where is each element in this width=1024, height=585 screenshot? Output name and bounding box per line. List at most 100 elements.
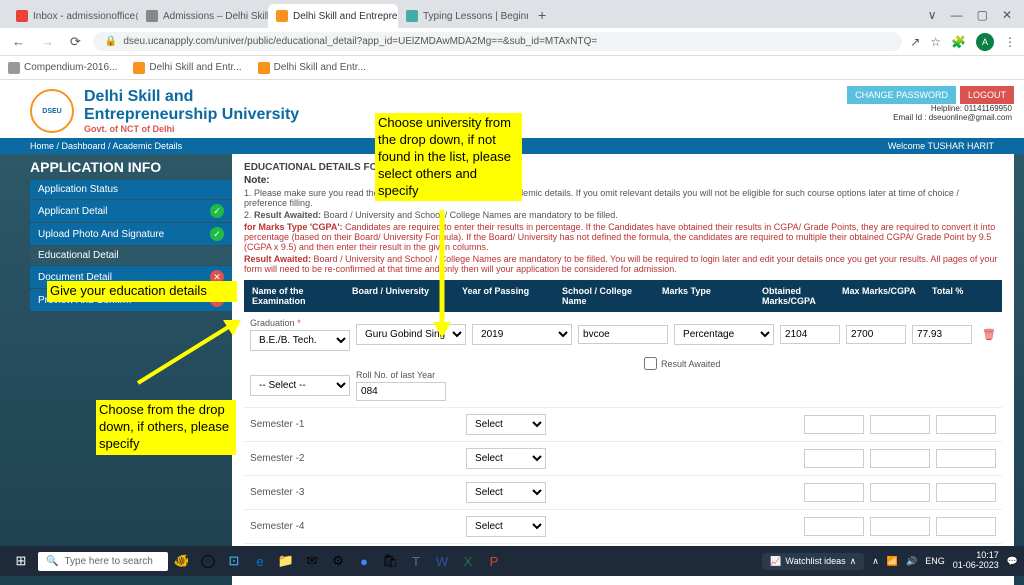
obtained-input[interactable] (780, 325, 840, 344)
minimize-icon[interactable]: ∨ (928, 8, 937, 22)
helpline-info: Helpline: 01141169950 Email Id : dseuonl… (893, 104, 1012, 122)
share-icon[interactable]: ↗ (910, 35, 920, 49)
degree-select[interactable]: B.E./B. Tech. (250, 330, 350, 351)
windows-taskbar: ⊞ 🔍Type here to search 🐠 ◯ ⊡ e 📁 ✉ ⚙ ● 🛍… (0, 546, 1024, 576)
semester-row: Semester -3 Select (244, 475, 1002, 509)
search-icon: 🔍 (46, 556, 58, 567)
logout-button[interactable]: LOGOUT (960, 86, 1014, 104)
delete-icon[interactable]: 🗑 (982, 328, 996, 341)
taskbar-app-icon[interactable]: P (482, 550, 506, 572)
taskbar-app-icon[interactable]: ◯ (196, 550, 220, 572)
menu-icon[interactable]: ⋮ (1004, 35, 1016, 49)
forward-button[interactable]: → (37, 32, 58, 51)
note-text: Result Awaited: Board / University and S… (244, 254, 1002, 274)
marks-type-select[interactable]: Percentage (674, 324, 774, 345)
sidebar-item-educational[interactable]: Educational Detail (30, 246, 232, 265)
annotation: Choose from the drop down, if others, pl… (96, 400, 236, 455)
address-bar-row: ← → ⟳ 🔒 dseu.ucanapply.com/univer/public… (0, 28, 1024, 56)
sem-select[interactable]: Select (466, 482, 546, 503)
note-text: for Marks Type 'CGPA': Candidates are re… (244, 222, 1002, 252)
result-awaited-checkbox[interactable] (644, 357, 657, 370)
taskbar-app-icon[interactable]: ● (352, 550, 376, 572)
url-input[interactable]: 🔒 dseu.ucanapply.com/univer/public/educa… (93, 32, 902, 51)
bookmark-item[interactable]: Delhi Skill and Entr... (133, 62, 241, 74)
sem-max[interactable] (870, 483, 930, 502)
roll-input[interactable] (356, 382, 446, 401)
browser-tab[interactable]: Inbox - admissionoffice@dseu...× (8, 4, 138, 28)
select2[interactable]: -- Select -- (250, 375, 350, 396)
taskbar-app-icon[interactable]: ✉ (300, 550, 324, 572)
note-text: 1. Please make sure you read the instruc… (244, 188, 1002, 208)
volume-icon[interactable]: 🔊 (906, 556, 917, 567)
taskbar-app-icon[interactable]: W (430, 550, 454, 572)
table-header: Name of the Examination Board / Universi… (244, 280, 1002, 312)
start-button[interactable]: ⊞ (6, 548, 36, 574)
bookmark-item[interactable]: Compendium-2016... (8, 62, 117, 74)
sem-select[interactable]: Select (466, 448, 546, 469)
sem-obtained[interactable] (804, 415, 864, 434)
annotation: Choose university from the drop down, if… (375, 113, 522, 201)
year-select[interactable]: 2019 (472, 324, 572, 345)
taskbar-app-icon[interactable]: X (456, 550, 480, 572)
school-input[interactable] (578, 325, 668, 344)
sem-total[interactable] (936, 449, 996, 468)
taskbar-app-icon[interactable]: 🛍 (378, 550, 402, 572)
taskbar-app-icon[interactable]: 📁 (274, 550, 298, 572)
sem-max[interactable] (870, 449, 930, 468)
taskbar-search[interactable]: 🔍Type here to search (38, 552, 168, 571)
taskbar-clock[interactable]: 10:17 01-06-2023 (953, 551, 999, 571)
section-title: APPLICATION INFO (30, 154, 232, 180)
notifications-icon[interactable]: 💬 (1007, 556, 1018, 567)
result-awaited-row: Result Awaited (644, 357, 1002, 370)
graduation-row: Graduation * B.E./B. Tech. Guru Gobind S… (244, 312, 1002, 357)
profile-avatar[interactable]: A (976, 33, 994, 51)
sem-total[interactable] (936, 483, 996, 502)
total-input[interactable] (912, 325, 972, 344)
maximize-window-icon[interactable]: ▢ (977, 8, 988, 22)
minimize-window-icon[interactable]: — (951, 8, 963, 22)
university-name: Delhi Skill and Entrepreneurship Univers… (84, 88, 299, 134)
extensions-icon[interactable]: 🧩 (951, 35, 966, 49)
close-window-icon[interactable]: ✕ (1002, 8, 1012, 22)
sidebar-item-upload[interactable]: Upload Photo And Signature✓ (30, 223, 232, 245)
taskbar-app-icon[interactable]: ⚙ (326, 550, 350, 572)
semester-row: Semester -1 Select (244, 407, 1002, 441)
browser-tab-active[interactable]: Delhi Skill and Entrepreneurship...× (268, 4, 398, 28)
sem-select[interactable]: Select (466, 516, 546, 537)
sem-max[interactable] (870, 517, 930, 536)
max-input[interactable] (846, 325, 906, 344)
sem-max[interactable] (870, 415, 930, 434)
tray-caret[interactable]: ∧ (872, 556, 879, 567)
browser-tab[interactable]: Admissions – Delhi Skill and En...× (138, 4, 268, 28)
sem-obtained[interactable] (804, 483, 864, 502)
back-button[interactable]: ← (8, 32, 29, 51)
dseu-logo: DSEU (30, 89, 74, 133)
change-password-button[interactable]: CHANGE PASSWORD (847, 86, 956, 104)
note-text: 2. Result Awaited: Board / University an… (244, 210, 1002, 220)
sem-select[interactable]: Select (466, 414, 546, 435)
semester-row: Semester -4 Select (244, 509, 1002, 543)
sem-total[interactable] (936, 415, 996, 434)
sem-total[interactable] (936, 517, 996, 536)
language-indicator[interactable]: ENG (925, 556, 945, 566)
sem-obtained[interactable] (804, 449, 864, 468)
browser-tabstrip: Inbox - admissionoffice@dseu...× Admissi… (0, 0, 1024, 28)
note-label: Note: (244, 175, 1002, 186)
annotation: Give your education details (47, 281, 237, 302)
reload-button[interactable]: ⟳ (66, 32, 85, 52)
star-icon[interactable]: ☆ (930, 35, 941, 49)
new-tab-button[interactable]: + (528, 2, 556, 28)
semester-row: Semester -2 Select (244, 441, 1002, 475)
weather-widget[interactable]: 📈 Watchlist ideas ∧ (762, 553, 864, 570)
taskbar-app-icon[interactable]: e (248, 550, 272, 572)
sidebar-item-applicant[interactable]: Applicant Detail✓ (30, 200, 232, 222)
check-icon: ✓ (210, 204, 224, 218)
bookmark-item[interactable]: Delhi Skill and Entr... (258, 62, 366, 74)
taskbar-app-icon[interactable]: T (404, 550, 428, 572)
browser-tab[interactable]: Typing Lessons | Beginner Wrap...× (398, 4, 528, 28)
sidebar-item-status[interactable]: Application Status (30, 180, 232, 199)
taskbar-app-icon[interactable]: ⊡ (222, 550, 246, 572)
wifi-icon[interactable]: 📶 (887, 556, 898, 567)
sem-obtained[interactable] (804, 517, 864, 536)
taskbar-app-icon[interactable]: 🐠 (170, 550, 194, 572)
